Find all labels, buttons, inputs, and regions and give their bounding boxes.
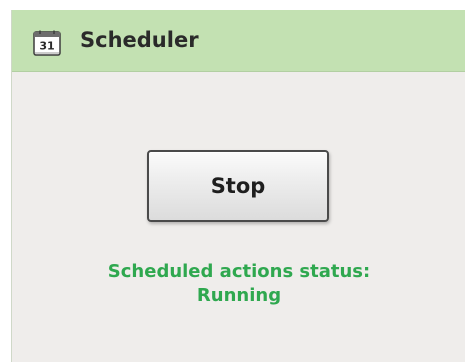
- stop-button[interactable]: Stop: [147, 150, 329, 222]
- calendar-icon: 31: [33, 30, 61, 56]
- status-label: Scheduled actions status:: [107, 261, 371, 282]
- panel-header: 31 Scheduler: [12, 10, 465, 72]
- scheduler-panel: 31 Scheduler Stop Scheduled actions stat…: [11, 10, 465, 362]
- panel-title: Scheduler: [80, 28, 199, 52]
- scheduler-status: Scheduled actions status: Running: [12, 260, 465, 308]
- calendar-day-text: 31: [39, 40, 54, 53]
- status-value: Running: [196, 285, 282, 306]
